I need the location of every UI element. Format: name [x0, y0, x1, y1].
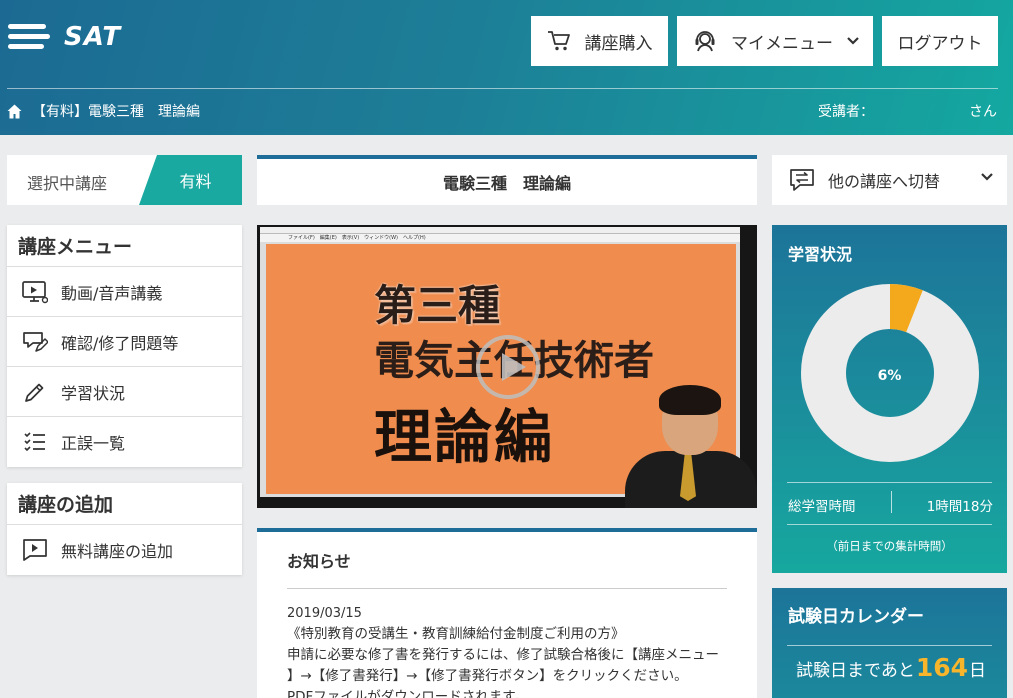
news-line: PDFファイルがダウンロードされます。 — [287, 689, 528, 698]
exam-calendar-panel: 試験日カレンダー 試験日まであと 164 日 — [772, 588, 1007, 698]
switch-icon — [790, 169, 814, 191]
news-title: お知らせ — [287, 548, 727, 589]
news-date: 2019/03/15 — [287, 606, 362, 621]
logout-label: ログアウト — [897, 33, 983, 54]
video-lecture-icon — [21, 278, 49, 306]
mymenu-label: マイメニュー — [731, 33, 833, 54]
menu-item-label: 確認/修了問題等 — [61, 333, 179, 353]
menu-item-video-lectures[interactable]: 動画/音声講義 — [7, 267, 242, 317]
buy-course-label: 講座購入 — [584, 33, 653, 54]
aggregate-note: （前日までの集計時間） — [826, 539, 953, 553]
add-course-title: 講座の追加 — [7, 483, 242, 525]
menu-item-label: 学習状況 — [61, 383, 126, 403]
checklist-icon — [21, 428, 49, 456]
slide-line-1: 第三種 — [374, 281, 501, 330]
menu-item-label: 無料講座の追加 — [61, 542, 174, 561]
logo[interactable]: SAT — [8, 20, 121, 54]
video-app-menubar: ファイル(F) 編集(E) 表示(V) ウィンドウ(W) ヘルプ(H) — [260, 234, 740, 242]
cart-icon — [547, 31, 570, 51]
progress-percent: 6% — [877, 368, 902, 384]
chevron-down-icon — [981, 173, 993, 181]
menu-item-quizzes[interactable]: 確認/修了問題等 — [7, 317, 242, 367]
logout-button[interactable]: ログアウト — [882, 16, 998, 66]
home-icon[interactable] — [7, 104, 22, 119]
breadcrumb: 【有料】電験三種 理論編 — [7, 101, 200, 121]
pencil-icon — [21, 378, 49, 406]
mymenu-button[interactable]: マイメニュー — [677, 16, 873, 66]
student-suffix: さん — [969, 104, 997, 120]
study-status-title: 学習状況 — [788, 245, 853, 264]
news-body: 《特別教育の受講生・教育訓練給付金制度ご利用の方》 申請に必要な修了書を発行する… — [287, 624, 727, 698]
news-line: 《特別教育の受講生・教育訓練給付金制度ご利用の方》 — [287, 626, 625, 642]
menu-item-study-status[interactable]: 学習状況 — [7, 367, 242, 417]
news-line: 】→【修了書発行】→【修了書発行ボタン】をクリックください。 — [287, 668, 688, 684]
slide-line-3: 理論編 — [374, 403, 555, 471]
buy-course-button[interactable]: 講座購入 — [531, 16, 668, 66]
course-menu: 講座メニュー 動画/音声講義 確認/修了問題等 学習状況 正誤一覧 — [7, 225, 242, 467]
calendar-divider — [787, 645, 992, 646]
news-line: 申請に必要な修了書を発行するには、修了試験合格後に【講座メニュー — [287, 647, 719, 663]
days-suffix: 日 — [969, 661, 987, 681]
quiz-edit-icon — [21, 328, 49, 356]
header-divider — [7, 88, 998, 89]
add-course-menu: 講座の追加 無料講座の追加 — [7, 483, 242, 575]
status-divider — [787, 524, 992, 525]
support-headset-icon — [695, 31, 715, 52]
student-label: 受講者： — [818, 104, 874, 120]
switch-course-label: 他の講座へ切替 — [828, 172, 941, 191]
exam-calendar-title: 試験日カレンダー — [788, 607, 924, 627]
selected-course-box: 選択中講座 有料 — [7, 155, 242, 205]
course-menu-title: 講座メニュー — [7, 225, 242, 267]
news-panel: お知らせ 2019/03/15 《特別教育の受講生・教育訓練給付金制度ご利用の方… — [257, 528, 757, 698]
total-time-value: 1時間18分 — [926, 499, 993, 515]
site-header: SAT 講座購入 マイメニュー ログアウト 【有料】電験三種 理論編 受講者： … — [0, 0, 1013, 135]
breadcrumb-course[interactable]: 【有料】電験三種 理論編 — [32, 101, 200, 121]
total-time-label: 総学習時間 — [788, 499, 856, 515]
menu-item-answer-list[interactable]: 正誤一覧 — [7, 417, 242, 467]
play-icon[interactable] — [476, 335, 540, 399]
menu-item-label: 動画/音声講義 — [61, 283, 163, 303]
logo-text: SAT — [64, 22, 122, 52]
chevron-down-icon — [847, 37, 859, 45]
course-title-bar: 電験三種 理論編 — [257, 155, 757, 205]
play-chat-icon — [21, 536, 49, 564]
menu-item-add-free-course[interactable]: 無料講座の追加 — [7, 525, 242, 575]
days-until-exam: 試験日まであと 164 日 — [796, 653, 986, 682]
logo-mark-icon — [8, 20, 50, 54]
days-prefix: 試験日まであと — [796, 661, 915, 681]
paid-tag: 有料 — [139, 155, 242, 205]
study-status-panel: 学習状況 6% 総学習時間 1時間18分 （前日までの集計時間） — [772, 225, 1007, 573]
menu-item-label: 正誤一覧 — [61, 434, 126, 453]
days-count: 164 — [915, 653, 969, 682]
switch-course-button[interactable]: 他の講座へ切替 — [772, 155, 1007, 205]
status-separator — [891, 491, 892, 513]
status-divider — [787, 482, 992, 483]
video-app-titlebar — [260, 227, 740, 234]
presenter-image — [617, 385, 757, 508]
video-player[interactable]: ファイル(F) 編集(E) 表示(V) ウィンドウ(W) ヘルプ(H) 第三種 … — [257, 225, 757, 508]
selected-course-label: 選択中講座 — [27, 174, 108, 193]
